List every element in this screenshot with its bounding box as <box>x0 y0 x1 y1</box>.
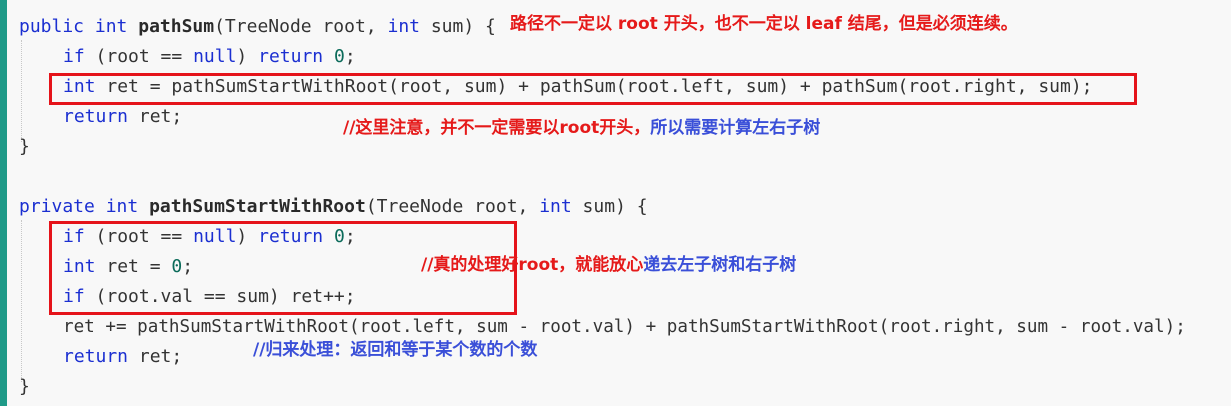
indent-guide <box>21 220 22 382</box>
code-line-1[interactable]: public int pathSum(TreeNode root, int su… <box>19 12 496 42</box>
keyword-if: if <box>63 46 85 67</box>
code-line-11[interactable]: ret += pathSumStartWithRoot(root.left, s… <box>63 312 1186 342</box>
editor-gutter-bar <box>0 0 7 406</box>
code-editor[interactable]: public int pathSum(TreeNode root, int su… <box>7 0 1231 406</box>
keyword-public: public <box>19 16 85 37</box>
code-text: (TreeNode root, <box>365 196 540 217</box>
code-line-2[interactable]: if (root == null) return 0; <box>63 42 356 72</box>
annotation-text-red: //真的处理好root，就能放心 <box>421 255 644 275</box>
keyword-int: int <box>94 16 128 37</box>
code-text: sum) { <box>571 196 648 217</box>
code-text: ret; <box>128 106 183 127</box>
code-line-4[interactable]: return ret; <box>63 102 182 132</box>
keyword-int: int <box>387 16 420 37</box>
annotation-text-blue: 所以需要计算左右子树 <box>650 118 821 138</box>
code-text: ) <box>236 46 259 67</box>
annotation-text-blue: 递去左子树和右子树 <box>643 255 797 275</box>
method-name-pathsum: pathSum <box>138 16 215 37</box>
code-text: ret += pathSumStartWithRoot(root.left, s… <box>63 317 1186 337</box>
code-text: (TreeNode root, <box>214 16 388 37</box>
keyword-private: private <box>19 196 95 217</box>
keyword-return: return <box>63 106 129 127</box>
code-text: sum) { <box>420 16 496 37</box>
closing-brace: } <box>19 136 30 157</box>
annotation-text-red: //这里注意，并不一定需要以root开头， <box>343 118 651 138</box>
code-text: ret; <box>128 346 183 367</box>
number-literal: 0 <box>333 46 345 67</box>
annotation-return-count: //归来处理：返回和等于某个数的个数 <box>253 340 538 360</box>
code-line-7[interactable]: private int pathSumStartWithRoot(TreeNod… <box>19 192 648 222</box>
keyword-int: int <box>539 196 572 217</box>
highlight-box-recursive-call <box>49 73 1137 105</box>
method-name-pathsumstartwithroot: pathSumStartWithRoot <box>149 196 366 217</box>
code-line-5[interactable]: } <box>19 132 30 162</box>
code-text: (root == <box>84 46 194 67</box>
keyword-return: return <box>63 346 129 367</box>
indent-guide <box>21 40 22 142</box>
keyword-return: return <box>258 46 324 67</box>
closing-brace: } <box>19 376 30 397</box>
annotation-path-rule: 路径不一定以 root 开头，也不一定以 leaf 结尾，但是必须连续。 <box>510 14 1018 34</box>
code-text: ; <box>344 46 356 67</box>
keyword-null: null <box>193 46 237 67</box>
code-line-13[interactable]: } <box>19 372 30 402</box>
code-line-12[interactable]: return ret; <box>63 342 182 372</box>
annotation-handle-root: //真的处理好root，就能放心递去左子树和右子树 <box>421 250 796 275</box>
keyword-int: int <box>105 196 139 217</box>
annotation-left-right-subtree: //这里注意，并不一定需要以root开头，所以需要计算左右子树 <box>343 113 820 138</box>
